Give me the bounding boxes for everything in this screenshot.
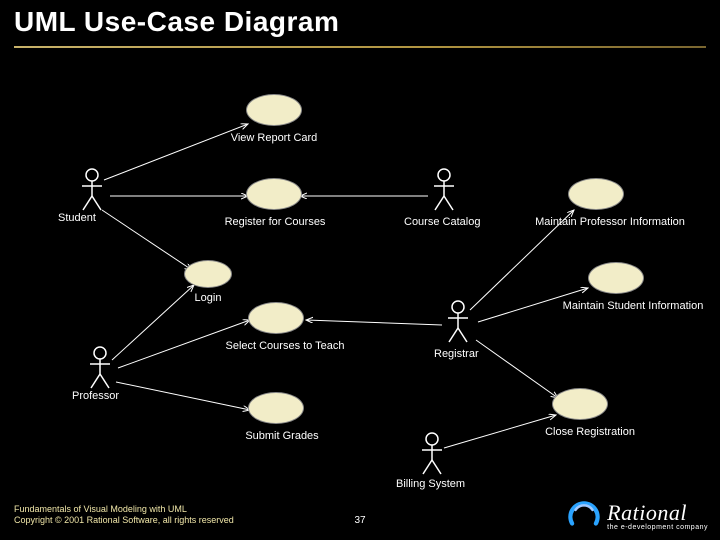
actor-label: Professor (72, 390, 119, 402)
rational-logo: Rational the e-development company (567, 498, 708, 532)
actor-label: Course Catalog (404, 216, 480, 228)
page-title: UML Use-Case Diagram (14, 6, 339, 38)
usecase-label: Register for Courses (200, 216, 350, 228)
slide: UML Use-Case Diagram (0, 0, 720, 540)
logo-swoosh-icon (567, 498, 601, 532)
actor-professor-icon (86, 346, 114, 390)
usecase-label: View Report Card (224, 132, 324, 144)
actor-course-catalog-icon (430, 168, 458, 212)
actor-label: Student (58, 212, 96, 224)
actor-label: Registrar (434, 348, 479, 360)
usecase-login (184, 260, 232, 288)
usecase-label: Submit Grades (232, 430, 332, 442)
footer-text: Fundamentals of Visual Modeling with UML… (14, 504, 234, 527)
usecase-label: Maintain Student Information (548, 300, 718, 312)
title-underline (14, 46, 706, 48)
logo-brand-name: Rational (607, 500, 708, 526)
usecase-maintain-student-info (588, 262, 644, 294)
footer-line: Fundamentals of Visual Modeling with UML (14, 504, 234, 515)
logo-text-wrap: Rational the e-development company (607, 500, 708, 531)
actor-label: Billing System (396, 478, 465, 490)
usecase-submit-grades (248, 392, 304, 424)
footer-copyright: Copyright © 2001 Rational Software, all … (14, 515, 234, 526)
usecase-label: Select Courses to Teach (210, 340, 360, 352)
usecase-select-courses-to-teach (248, 302, 304, 334)
actor-registrar-icon (444, 300, 472, 344)
page-number: 37 (354, 515, 365, 526)
logo-tagline: the e-development company (607, 524, 708, 531)
usecase-view-report-card (246, 94, 302, 126)
usecase-close-registration (552, 388, 608, 420)
usecase-register-for-courses (246, 178, 302, 210)
usecase-maintain-professor-info (568, 178, 624, 210)
actor-billing-system-icon (418, 432, 446, 476)
usecase-label: Close Registration (530, 426, 650, 438)
usecase-label: Login (188, 292, 228, 304)
usecase-label: Maintain Professor Information (520, 216, 700, 228)
actor-student-icon (78, 168, 106, 212)
